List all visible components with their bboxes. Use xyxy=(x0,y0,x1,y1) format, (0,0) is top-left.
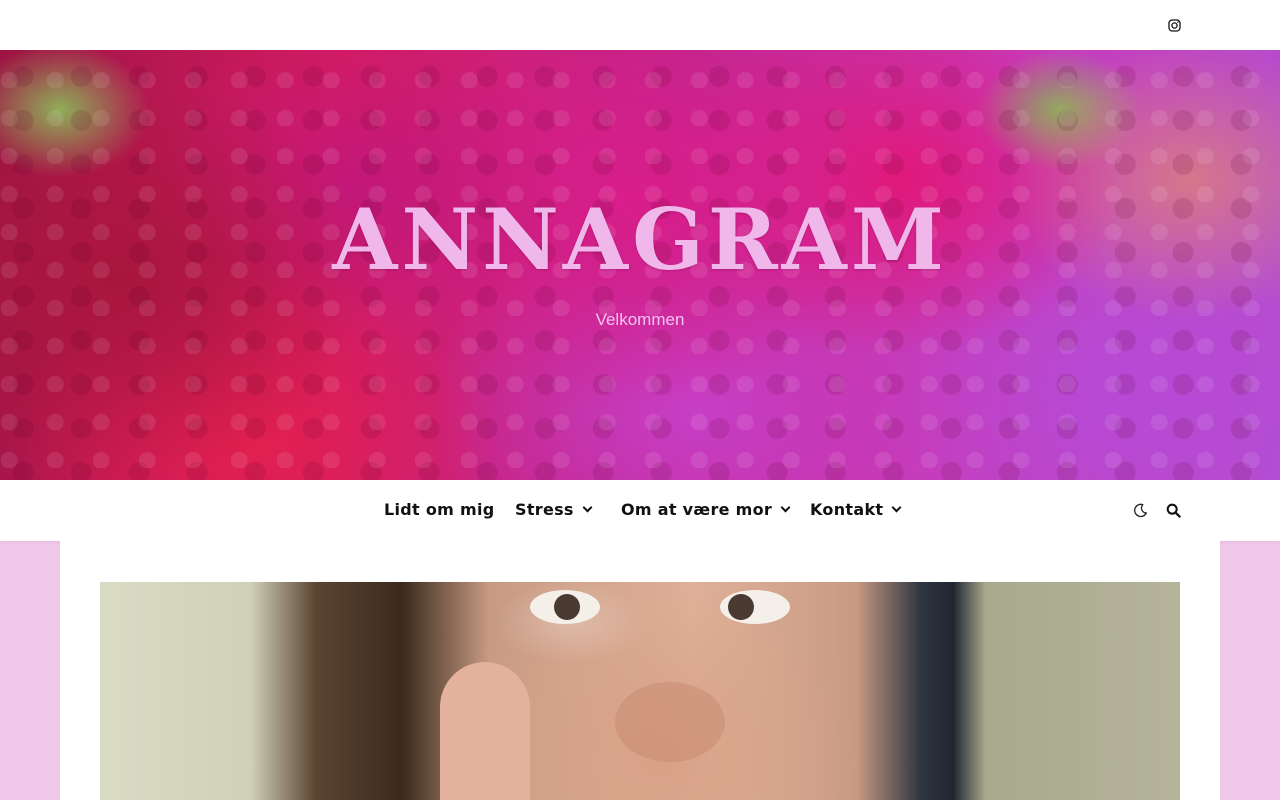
nav-item-stress[interactable]: Stress xyxy=(515,500,593,522)
chevron-down-icon xyxy=(891,502,902,513)
site-tagline: Velkommen xyxy=(595,310,685,329)
chevron-down-icon xyxy=(582,502,593,513)
photo-eye-left xyxy=(530,590,600,624)
search-icon[interactable] xyxy=(1166,503,1181,518)
photo-hand xyxy=(440,662,530,800)
nav-item-label: Stress xyxy=(515,500,574,519)
site-title[interactable]: ANNAGRAM xyxy=(0,198,1280,282)
chevron-down-icon xyxy=(780,502,791,513)
nav-item-label: Lidt om mig xyxy=(384,500,495,519)
photo-face-shading xyxy=(615,682,725,762)
nav-item-label: Kontakt xyxy=(810,500,884,519)
photo-eye-right xyxy=(720,590,790,624)
nav-item-om-at-vaere-mor[interactable]: Om at være mor xyxy=(621,500,791,522)
main-content xyxy=(60,541,1220,800)
featured-image[interactable] xyxy=(100,582,1180,800)
header-banner: ANNAGRAM Velkommen xyxy=(0,50,1280,480)
moon-icon[interactable] xyxy=(1133,503,1148,518)
instagram-icon[interactable] xyxy=(1168,19,1181,32)
main-navigation: Lidt om mig Stress Om at være mor Kontak… xyxy=(0,480,1280,541)
nav-item-lidt-om-mig[interactable]: Lidt om mig xyxy=(384,500,495,522)
nav-item-label: Om at være mor xyxy=(621,500,773,519)
nav-menu: Lidt om mig Stress Om at være mor Kontak… xyxy=(0,480,1280,541)
top-bar xyxy=(0,0,1280,50)
nav-item-kontakt[interactable]: Kontakt xyxy=(810,500,902,522)
